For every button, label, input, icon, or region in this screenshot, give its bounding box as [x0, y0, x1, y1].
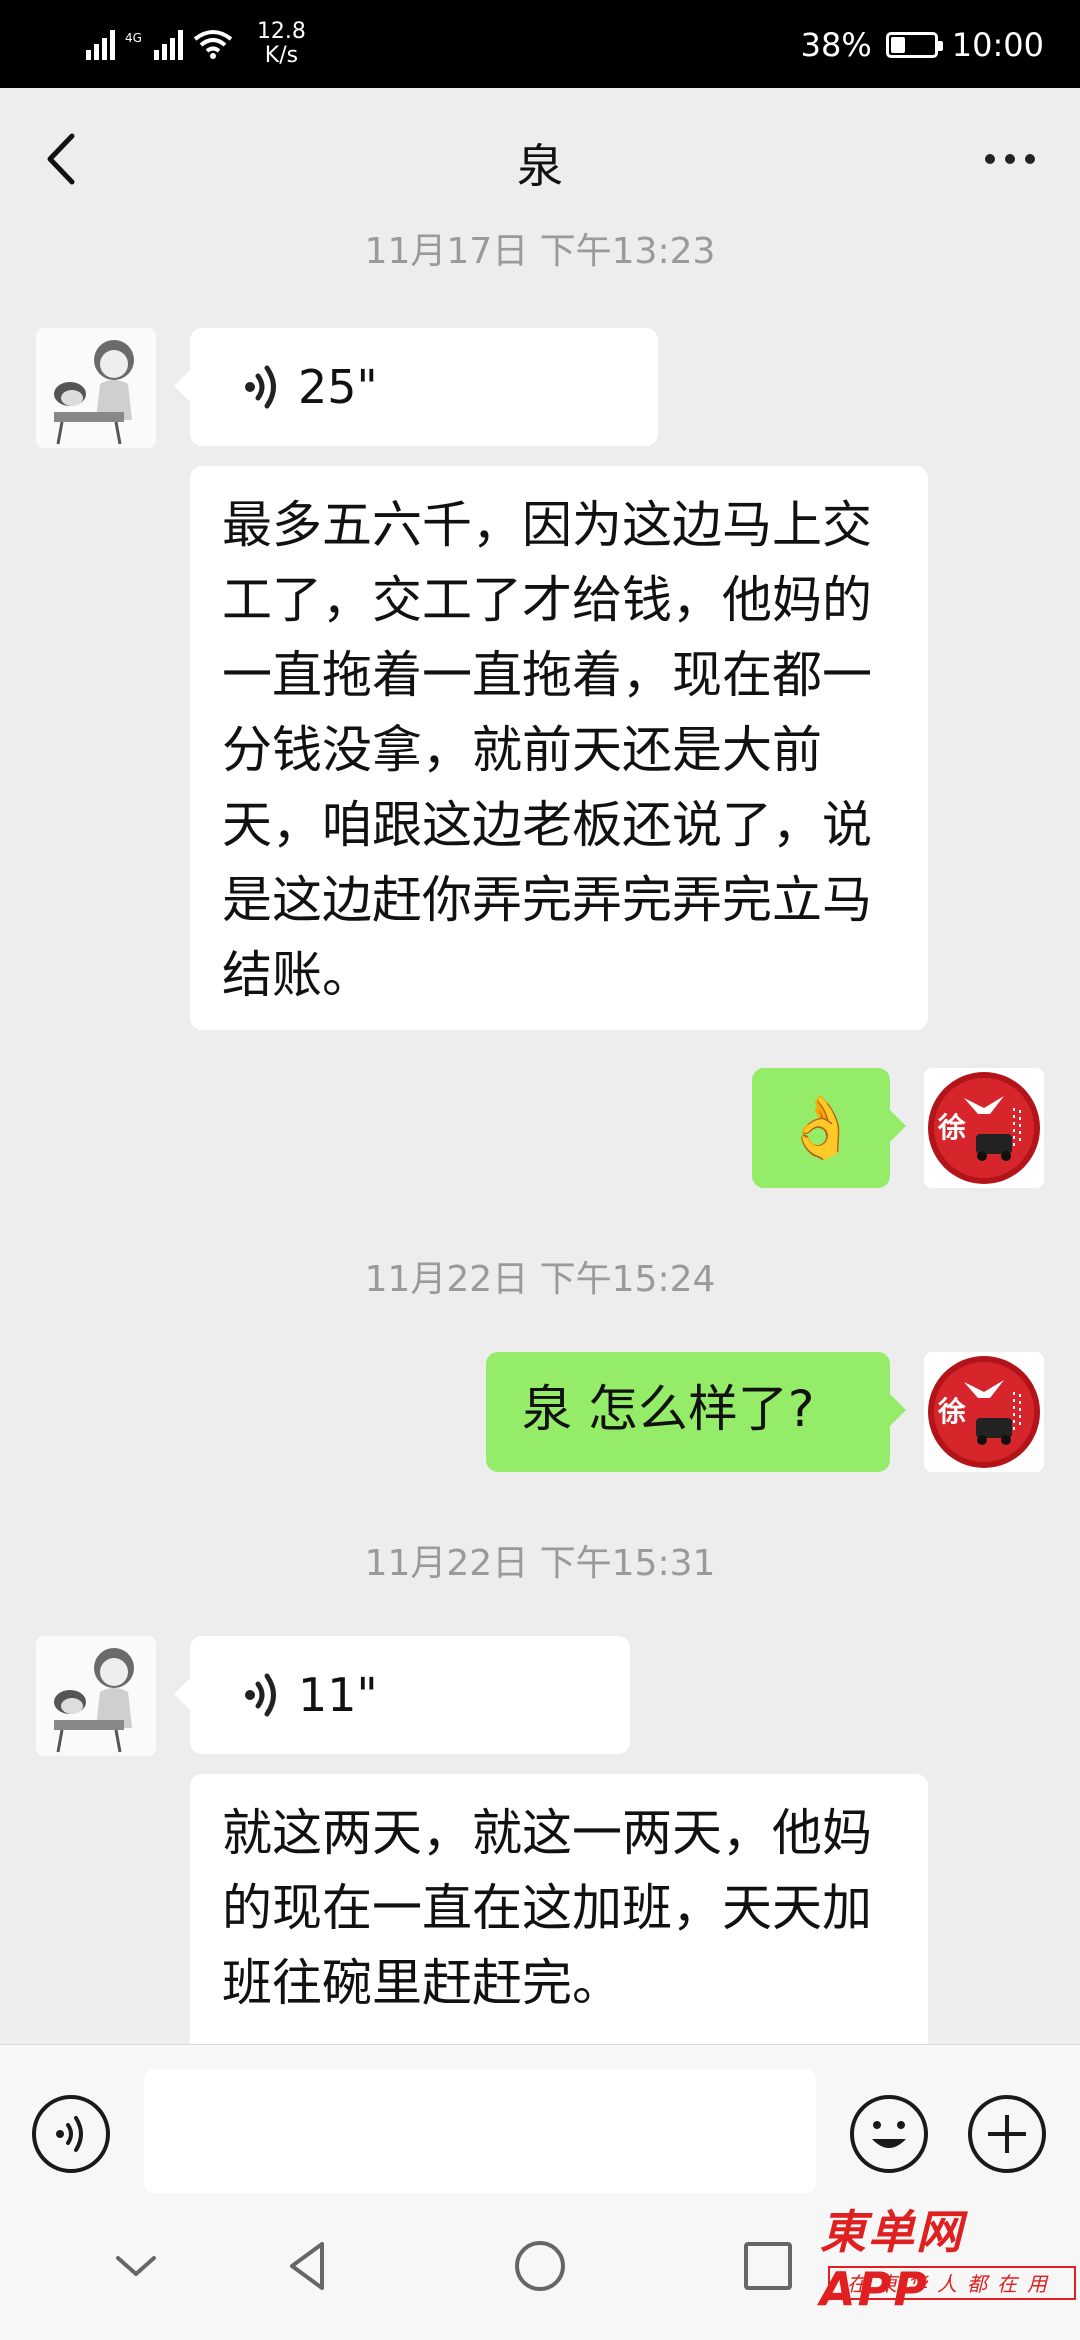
speed-value: 12.8	[256, 19, 306, 44]
nav-recents-button[interactable]	[738, 2236, 798, 2296]
speed-unit: K/s	[264, 43, 299, 68]
triangle-back-icon	[290, 2242, 324, 2290]
message-text: 泉 怎么样了?	[522, 1380, 815, 1438]
message-input[interactable]	[144, 2069, 816, 2193]
message-timestamp: 11月17日 下午13:23	[364, 231, 716, 272]
signal-icon-2	[153, 28, 183, 60]
more-functions-button[interactable]	[966, 2093, 1048, 2175]
status-bar: 4G 12.8 K/s 38% 10:00	[0, 0, 1080, 88]
message-text: 最多五六千，因为这边马上交工了，交工了才给钱，他妈的一直拖着一直拖着，现在都一分…	[222, 496, 872, 1004]
more-dot	[985, 154, 995, 164]
nav-home-button[interactable]	[510, 2236, 570, 2296]
text-message-bubble[interactable]: 泉 怎么样了?	[486, 1352, 906, 1472]
avatar-char: 徐	[938, 1111, 967, 1144]
circle-home-icon	[515, 2241, 565, 2291]
voice-input-button[interactable]	[30, 2093, 112, 2175]
plus-icon	[968, 2095, 1046, 2173]
status-left: 4G 12.8 K/s	[86, 14, 306, 74]
chevron-down-icon	[116, 2256, 156, 2276]
voice-message-bubble[interactable]: 25"	[174, 328, 658, 446]
contact-avatar[interactable]	[36, 1636, 156, 1756]
smiley-icon	[850, 2095, 928, 2173]
sketch-portrait-icon	[36, 328, 156, 448]
my-avatar[interactable]: 徐	[924, 1352, 1044, 1472]
square-recents-icon	[744, 2242, 792, 2290]
nav-hide-button[interactable]	[106, 2236, 166, 2296]
avatar-char: 徐	[938, 1395, 967, 1428]
status-right: 38% 10:00	[801, 20, 1044, 70]
contact-avatar[interactable]	[36, 328, 156, 448]
network-speed: 12.8 K/s	[257, 20, 306, 68]
wifi-icon	[193, 30, 233, 59]
network-type-label: 4G	[125, 31, 142, 45]
watermark: 東单网 APP 在東华人都在用	[820, 2196, 1080, 2340]
text-message-bubble[interactable]: 就这两天，就这一两天，他妈的现在一直在这加班，天天加班往碗里赶赶完。	[190, 1774, 928, 2044]
voice-duration: 25"	[298, 359, 378, 414]
watermark-main: 東单网	[820, 2205, 964, 2259]
more-dot	[1005, 154, 1015, 164]
more-options-button[interactable]	[970, 124, 1050, 194]
voice-message-bubble[interactable]: 11"	[174, 1636, 630, 1754]
watermark-slogan: 在東华人都在用	[828, 2266, 1076, 2300]
voice-mode-icon	[32, 2095, 110, 2173]
clock: 10:00	[951, 26, 1044, 64]
voice-wave-icon	[245, 1673, 276, 1717]
voice-duration: 11"	[298, 1667, 378, 1722]
emoji-message-bubble[interactable]: 👌	[752, 1068, 906, 1188]
message-timestamp: 11月22日 下午15:24	[364, 1259, 716, 1300]
signal-icon	[86, 28, 115, 60]
text-message-bubble[interactable]: 最多五六千，因为这边马上交工了，交工了才给钱，他妈的一直拖着一直拖着，现在都一分…	[190, 466, 928, 1030]
message-timestamp: 11月22日 下午15:31	[364, 1543, 716, 1584]
more-dot	[1025, 154, 1035, 164]
nav-back-button[interactable]	[278, 2236, 338, 2296]
voice-wave-icon	[245, 365, 276, 409]
battery-percent: 38%	[800, 26, 872, 64]
battery-icon	[885, 32, 943, 58]
message-text: 就这两天，就这一两天，他妈的现在一直在这加班，天天加班往碗里赶赶完。	[222, 1804, 872, 2012]
ok-hand-emoji: 👌	[783, 1092, 859, 1163]
chat-title: 泉	[517, 139, 563, 193]
sketch-portrait-icon	[36, 1636, 156, 1756]
chat-header: 泉	[0, 88, 1080, 232]
my-avatar[interactable]: 徐	[924, 1068, 1044, 1188]
emoji-button[interactable]	[848, 2093, 930, 2175]
